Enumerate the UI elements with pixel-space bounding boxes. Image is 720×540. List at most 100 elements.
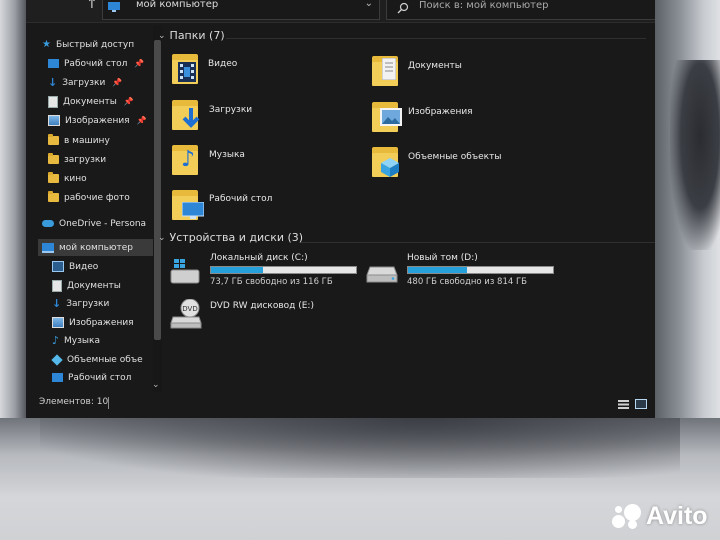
folder-tile-downloads[interactable]: Загрузки [172,98,352,138]
computer-icon [108,2,120,12]
folder-label: Видео [208,59,238,69]
search-box[interactable]: Поиск в: мой компьютер [386,0,655,20]
sidebar-item-folder-zagruzki[interactable]: загрузки [48,151,106,168]
avito-logo-text: Avito [646,501,708,530]
sidebar-item-label: Музыка [64,335,100,346]
dvd-drive-icon: DVD [170,299,202,329]
chevron-down-icon: ⌄ [158,30,166,41]
sidebar-item-video[interactable]: Видео [52,258,98,275]
folders-group-title: Папки (7) [169,29,225,42]
items-count: Элементов: 10 [39,397,109,407]
folder-icon [48,191,59,202]
monitor-icon [182,202,204,219]
pin-icon: 📌 [123,97,134,106]
sidebar-item-documents-pc[interactable]: Документы [52,277,121,294]
windows-drive-icon [170,259,200,284]
folder-icon [48,134,59,145]
details-view-icon[interactable] [618,400,629,409]
sidebar-item-label: Документы [63,96,117,107]
star-icon: ★ [42,39,51,50]
folder-label: Рабочий стол [209,194,273,204]
sidebar-item-label: Изображения [69,317,134,328]
folder-label: Объемные объекты [408,152,502,162]
large-icons-view-icon[interactable] [635,399,647,409]
download-arrow-icon [182,108,200,128]
pictures-icon [52,317,64,328]
sidebar-item-my-computer[interactable]: мой компьютер [38,239,154,256]
sidebar-item-onedrive[interactable]: OneDrive - Persona [42,215,146,232]
chevron-down-icon[interactable]: ⌄ [365,0,373,9]
download-icon: ↓ [52,297,62,310]
sidebar-item-pictures-pc[interactable]: Изображения [52,314,134,331]
devices-group-title: Устройства и диски (3) [169,231,304,244]
drive-label: DVD RW дисковод (E:) [210,301,314,311]
avito-logo-icon [612,502,642,530]
avito-watermark: Avito [612,500,708,532]
sidebar-item-quick-access[interactable]: ★ Быстрый доступ [42,36,134,53]
3d-objects-icon [51,353,63,366]
address-bar[interactable]: мой компьютер ⌄ [102,0,380,20]
up-arrow-icon[interactable]: ↑ [86,0,98,12]
folder-tile-3d-objects[interactable]: Объемные объекты [372,145,572,185]
folder-tile-desktop[interactable]: Рабочий стол [172,188,352,228]
drive-free-space: 73,7 ГБ свободно из 116 ГБ [210,277,333,287]
sidebar-item-folder-kino[interactable]: кино [48,170,87,187]
search-input[interactable]: Поиск в: мой компьютер [419,0,549,11]
sidebar-item-pictures[interactable]: Изображения 📌 [48,112,147,129]
drive-label: Новый том (D:) [407,253,478,263]
sidebar-item-label: Быстрый доступ [55,39,135,50]
drive-usage-bar [210,266,357,274]
folder-label: Документы [408,61,462,71]
sidebar-item-label: кино [64,173,87,184]
drive-tile-c[interactable]: Локальный диск (C:) 73,7 ГБ свободно из … [170,252,360,290]
sidebar-item-label: Рабочий стол [64,58,128,69]
sidebar-item-downloads-pc[interactable]: ↓ Загрузки [52,295,109,312]
sidebar-item-desktop[interactable]: Рабочий стол 📌 [48,55,144,72]
sidebar-scrollbar-thumb[interactable] [154,40,161,340]
search-icon [397,2,409,14]
folders-group-header[interactable]: ⌄ Папки (7) [158,29,225,42]
pin-icon: 📌 [134,59,145,68]
status-separator [108,397,109,409]
desktop-icon [48,59,59,68]
hard-drive-icon [366,266,398,283]
sidebar-item-label: Объемные объе [67,354,143,365]
sidebar-item-folder-rabochie-foto[interactable]: рабочие фото [48,189,130,206]
navigation-pane: ★ Быстрый доступ Рабочий стол 📌 ↓ Загруз… [26,26,154,392]
documents-icon [52,279,62,292]
pin-icon: 📌 [136,116,147,125]
drive-usage-bar [407,266,554,274]
sidebar-item-label: в машину [64,135,110,146]
folder-tile-video[interactable]: Видео [172,52,352,92]
background-right-shadow [670,60,720,250]
drive-usage-fill [211,267,264,273]
sidebar-item-documents[interactable]: Документы 📌 [48,93,134,110]
sidebar-item-label: Изображения [65,115,130,126]
file-explorer-window: ↑ мой компьютер ⌄ Поиск в: мой компьютер… [26,0,655,418]
background-bottom-shadow [40,418,680,478]
folder-tile-pictures[interactable]: Изображения [372,100,552,140]
drive-label: Локальный диск (C:) [210,253,308,263]
folder-tile-music[interactable]: ♪ Музыка [172,143,352,183]
drive-tile-e[interactable]: DVD DVD RW дисковод (E:) [170,297,360,331]
computer-icon [42,242,54,253]
chevron-down-icon[interactable]: ⌄ [152,380,160,390]
devices-group-header[interactable]: ⌄ Устройства и диски (3) [158,231,303,244]
sidebar-item-3d-objects[interactable]: Объемные объе [51,351,143,368]
sidebar-item-downloads[interactable]: ↓ Загрузки 📌 [48,74,122,91]
sidebar-item-desktop-pc[interactable]: Рабочий стол [52,369,131,386]
music-note-icon: ♪ [181,147,196,172]
folder-label: Загрузки [209,105,253,115]
sidebar-item-music[interactable]: ♪ Музыка [52,332,100,349]
sidebar-item-folder-v-mashinu[interactable]: в машину [48,132,110,149]
sidebar-item-label: Загрузки [62,77,106,88]
folder-tile-documents[interactable]: Документы [372,54,552,94]
video-icon [52,261,64,272]
sidebar-item-label: Видео [69,261,99,272]
chevron-down-icon: ⌄ [158,232,166,243]
drive-tile-d[interactable]: Новый том (D:) 480 ГБ свободно из 814 ГБ [366,252,566,290]
cube-icon [381,158,399,177]
folder-icon [48,153,59,164]
documents-icon [48,95,58,108]
sidebar-item-label: рабочие фото [64,192,130,203]
